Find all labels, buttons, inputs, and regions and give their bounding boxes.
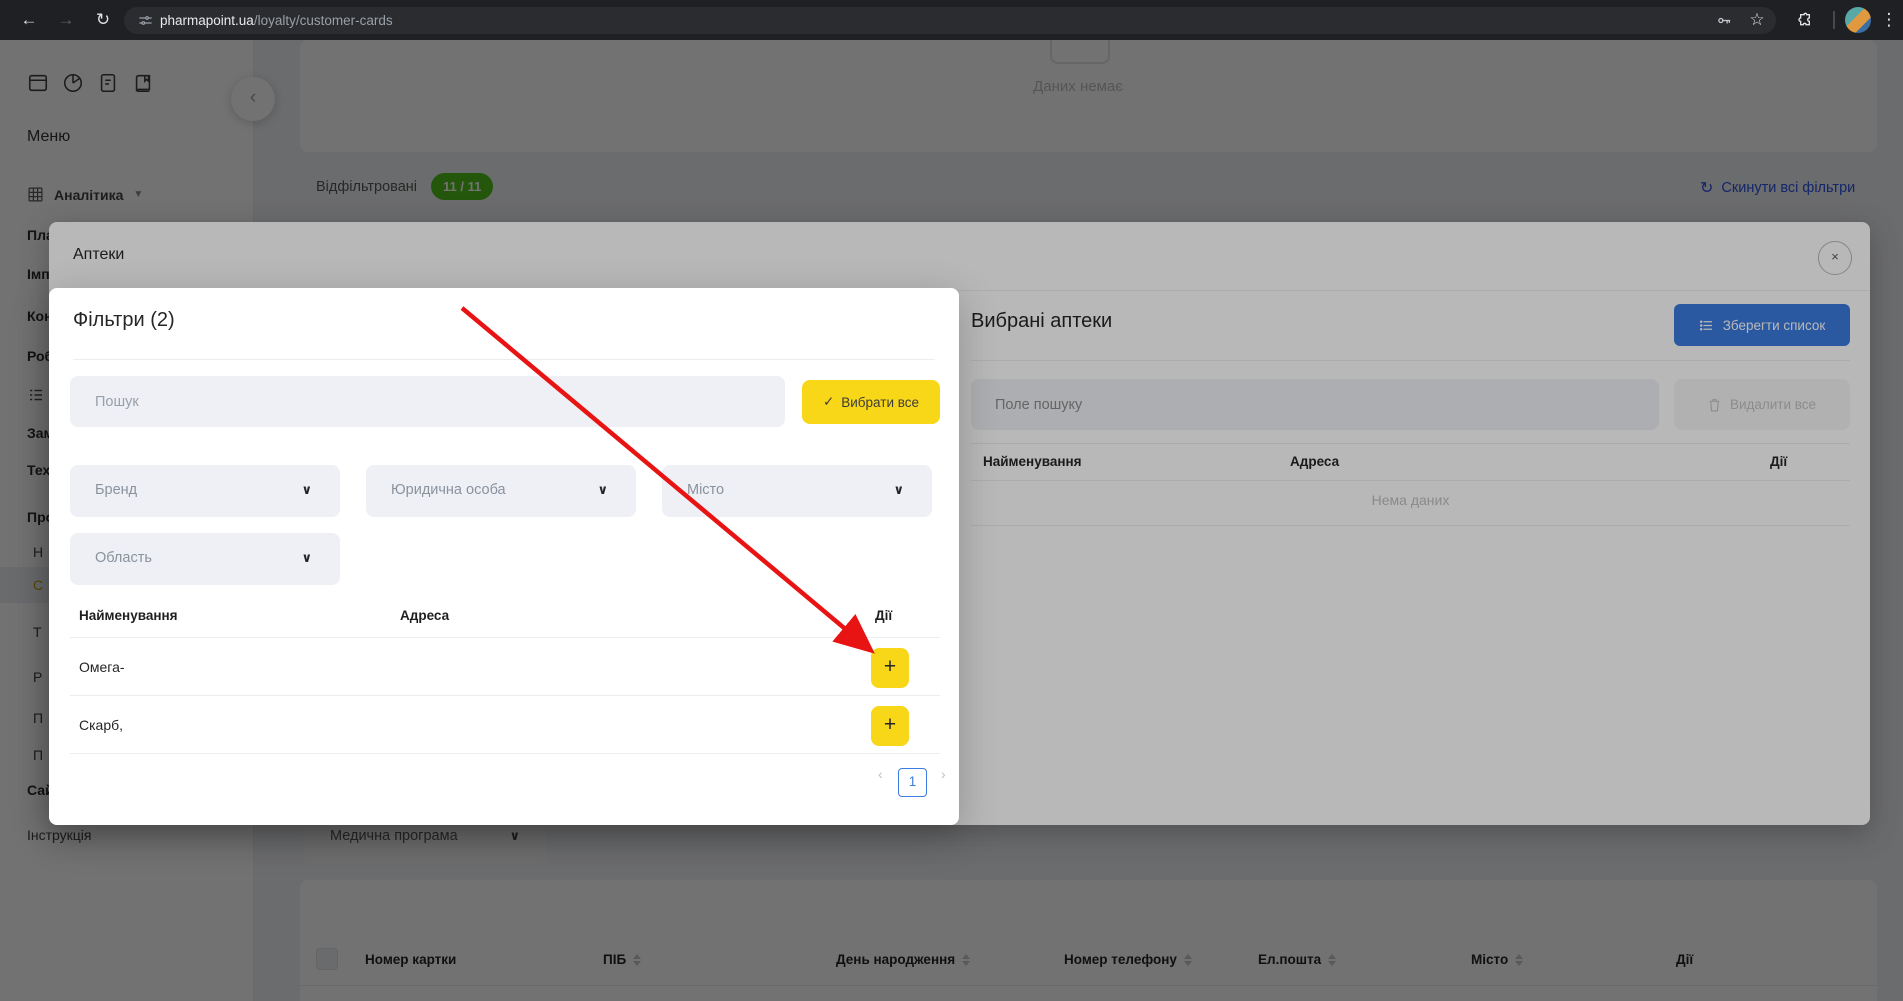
city-select[interactable]: Місто ∨ <box>662 465 932 517</box>
legal-entity-select[interactable]: Юридична особа ∨ <box>366 465 636 517</box>
browser-menu-icon[interactable]: ⋮ <box>1874 0 1903 40</box>
url-text[interactable]: pharmapoint.ua/loyalty/customer-cards <box>160 0 393 40</box>
url-domain: pharmapoint.ua <box>160 13 254 28</box>
filters-title: Фільтри (2) <box>73 309 175 331</box>
column-header: Дії <box>875 608 893 623</box>
pharmacy-row-name: Омега- <box>79 659 125 675</box>
divider <box>70 637 940 638</box>
site-settings-icon[interactable] <box>138 13 153 28</box>
column-header: Найменування <box>79 608 178 623</box>
chevron-down-icon: ∨ <box>893 482 904 497</box>
pharmacy-row-name: Скарб, <box>79 717 124 733</box>
extensions-icon[interactable] <box>1798 12 1814 28</box>
chevron-down-icon: ∨ <box>301 550 312 565</box>
region-select[interactable]: Область ∨ <box>70 533 340 585</box>
pagination-page-1[interactable]: 1 <box>898 768 927 797</box>
profile-avatar[interactable] <box>1845 7 1871 33</box>
divider <box>70 695 940 696</box>
screen: Меню Аналітика ▼ Пла Імп Кон Роб Зам Тех… <box>0 0 1903 1001</box>
add-pharmacy-button[interactable]: + <box>871 648 909 688</box>
chevron-down-icon: ∨ <box>597 482 608 497</box>
back-button[interactable]: ← <box>14 0 44 40</box>
filters-search-input[interactable] <box>70 376 785 427</box>
select-all-label: Вибрати все <box>841 394 920 410</box>
chevron-down-icon: ∨ <box>301 482 312 497</box>
url-path: /loyalty/customer-cards <box>253 13 393 28</box>
column-header: Адреса <box>400 608 450 623</box>
forward-button[interactable]: → <box>51 0 81 40</box>
brand-select[interactable]: Бренд ∨ <box>70 465 340 517</box>
pagination-next[interactable]: › <box>941 766 946 782</box>
select-all-button[interactable]: ✓ Вибрати все <box>802 380 940 424</box>
browser-toolbar: ← → ↻ pharmapoint.ua/loyalty/customer-ca… <box>0 0 1903 40</box>
reload-button[interactable]: ↻ <box>88 0 118 40</box>
divider <box>73 359 935 360</box>
divider <box>70 753 940 754</box>
add-pharmacy-button[interactable]: + <box>871 706 909 746</box>
toolbar-separator <box>1833 11 1835 29</box>
check-icon: ✓ <box>822 394 835 409</box>
pagination-prev[interactable]: ‹ <box>878 766 883 782</box>
password-key-icon[interactable] <box>1716 13 1732 28</box>
bookmark-star-icon[interactable]: ☆ <box>1742 0 1772 40</box>
filters-dialog: Фільтри (2) ✓ Вибрати все Бренд∨ Юридичн… <box>49 288 959 825</box>
